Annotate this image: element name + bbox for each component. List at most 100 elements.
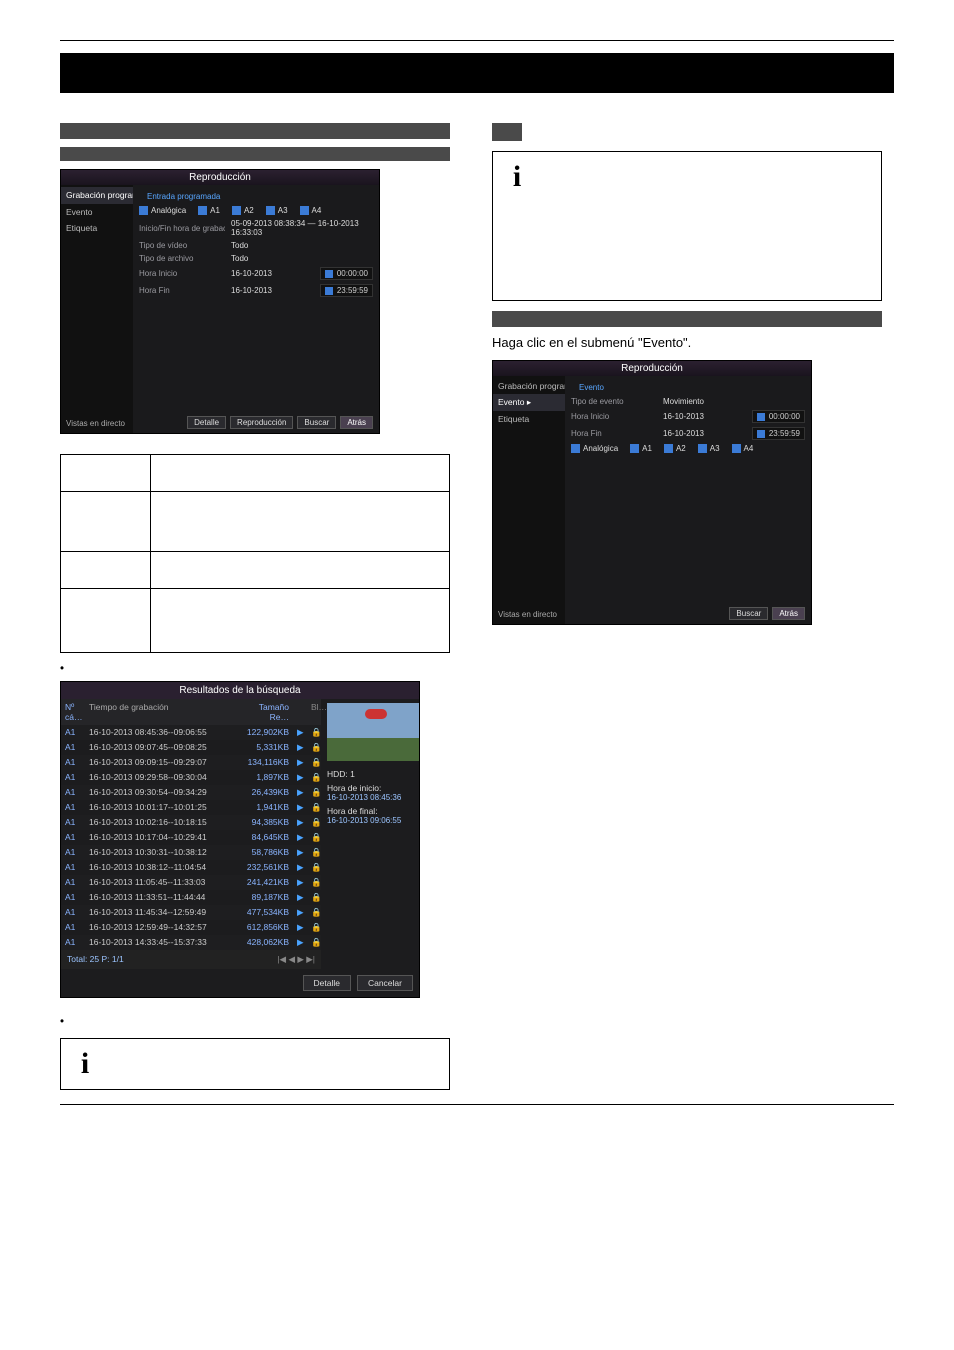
checkbox-icon[interactable]: [139, 206, 148, 215]
col-size[interactable]: Tamaño Re…: [235, 699, 293, 725]
lock-icon[interactable]: 🔒: [307, 830, 321, 845]
table-row[interactable]: A116-10-2013 10:02:16--10:18:1594,385KB▶…: [61, 815, 321, 830]
sidebar-item-grabacion[interactable]: Grabación programada ▸: [61, 187, 133, 204]
param-val: [151, 492, 450, 552]
time-input[interactable]: 00:00:00: [752, 410, 805, 423]
col-lock[interactable]: Bl…: [307, 699, 321, 725]
lock-icon[interactable]: 🔒: [307, 890, 321, 905]
detalle-button[interactable]: Detalle: [303, 975, 351, 991]
ss1-footer[interactable]: Vistas en directo: [61, 416, 133, 431]
sidebar-item-evento[interactable]: Evento: [61, 204, 133, 220]
table-row[interactable]: A116-10-2013 10:30:31--10:38:1258,786KB▶…: [61, 845, 321, 860]
checkbox-icon[interactable]: [198, 206, 207, 215]
col-time[interactable]: Tiempo de grabación: [85, 699, 235, 725]
play-icon[interactable]: ▶: [293, 890, 307, 905]
checkbox-icon[interactable]: [232, 206, 241, 215]
cam-a4[interactable]: A4: [312, 206, 322, 215]
table-row[interactable]: A116-10-2013 09:09:15--09:29:07134,116KB…: [61, 755, 321, 770]
lock-icon[interactable]: 🔒: [307, 875, 321, 890]
lock-icon[interactable]: 🔒: [307, 845, 321, 860]
lock-icon[interactable]: 🔒: [307, 770, 321, 785]
ss1-link[interactable]: Entrada programada: [139, 189, 373, 204]
table-row[interactable]: A116-10-2013 09:07:45--09:08:255,331KB▶🔒: [61, 740, 321, 755]
checkbox-icon[interactable]: [732, 444, 741, 453]
cam-a1[interactable]: A1: [642, 444, 652, 453]
play-icon[interactable]: ▶: [293, 725, 307, 740]
atras-button[interactable]: Atrás: [772, 607, 805, 620]
table-row[interactable]: A116-10-2013 11:45:34--12:59:49477,534KB…: [61, 905, 321, 920]
sidebar-item-etiqueta[interactable]: Etiqueta: [61, 220, 133, 236]
play-icon[interactable]: ▶: [293, 860, 307, 875]
results-actions: Detalle Cancelar: [61, 969, 419, 997]
table-row[interactable]: A116-10-2013 10:38:12--11:04:54232,561KB…: [61, 860, 321, 875]
cam-a3[interactable]: A3: [278, 206, 288, 215]
date-value[interactable]: 16-10-2013: [663, 412, 746, 421]
play-icon[interactable]: ▶: [293, 920, 307, 935]
lock-icon[interactable]: 🔒: [307, 815, 321, 830]
lock-icon[interactable]: 🔒: [307, 860, 321, 875]
cancelar-button[interactable]: Cancelar: [357, 975, 413, 991]
sidebar-item-etiqueta[interactable]: Etiqueta: [493, 411, 565, 427]
reproduccion-button[interactable]: Reproducción: [230, 416, 293, 429]
table-row[interactable]: A116-10-2013 09:30:54--09:34:2926,439KB▶…: [61, 785, 321, 800]
lock-icon[interactable]: 🔒: [307, 935, 321, 950]
sidebar-item-grabacion[interactable]: Grabación programada: [493, 378, 565, 394]
date-value[interactable]: 16-10-2013: [231, 269, 314, 278]
checkbox-icon[interactable]: [266, 206, 275, 215]
lock-icon[interactable]: 🔒: [307, 755, 321, 770]
sidebar-item-evento[interactable]: Evento ▸: [493, 394, 565, 411]
date-value[interactable]: 16-10-2013: [231, 286, 314, 295]
pager-icons[interactable]: |◀ ◀ ▶ ▶|: [277, 954, 315, 965]
play-icon[interactable]: ▶: [293, 815, 307, 830]
checkbox-icon[interactable]: [571, 444, 580, 453]
play-icon[interactable]: ▶: [293, 935, 307, 950]
table-row[interactable]: A116-10-2013 11:33:51--11:44:4489,187KB▶…: [61, 890, 321, 905]
play-icon[interactable]: ▶: [293, 875, 307, 890]
time-input[interactable]: 23:59:59: [320, 284, 373, 297]
checkbox-icon[interactable]: [300, 206, 309, 215]
play-icon[interactable]: ▶: [293, 800, 307, 815]
buscar-button[interactable]: Buscar: [729, 607, 768, 620]
checkbox-icon[interactable]: [664, 444, 673, 453]
table-row[interactable]: A116-10-2013 08:45:36--09:06:55122,902KB…: [61, 725, 321, 740]
atras-button[interactable]: Atrás: [340, 416, 373, 429]
buscar-button[interactable]: Buscar: [297, 416, 336, 429]
play-icon[interactable]: ▶: [293, 755, 307, 770]
row-value[interactable]: Todo: [231, 241, 373, 250]
lock-icon[interactable]: 🔒: [307, 920, 321, 935]
cam-a2[interactable]: A2: [676, 444, 686, 453]
table-row[interactable]: A116-10-2013 10:01:17--10:01:251,941KB▶🔒: [61, 800, 321, 815]
header-black-band: [60, 53, 894, 93]
col-ch[interactable]: Nº cá…: [61, 699, 85, 725]
cam-a2[interactable]: A2: [244, 206, 254, 215]
play-icon[interactable]: ▶: [293, 845, 307, 860]
date-value[interactable]: 16-10-2013: [663, 429, 746, 438]
row-value[interactable]: Todo: [231, 254, 373, 263]
row-value[interactable]: Movimiento: [663, 397, 805, 406]
lock-icon[interactable]: 🔒: [307, 725, 321, 740]
checkbox-icon[interactable]: [630, 444, 639, 453]
play-icon[interactable]: ▶: [293, 785, 307, 800]
lock-icon[interactable]: 🔒: [307, 740, 321, 755]
cam-a4[interactable]: A4: [744, 444, 754, 453]
table-row[interactable]: A116-10-2013 11:05:45--11:33:03241,421KB…: [61, 875, 321, 890]
lock-icon[interactable]: 🔒: [307, 800, 321, 815]
table-row[interactable]: A116-10-2013 09:29:58--09:30:041,897KB▶🔒: [61, 770, 321, 785]
table-row[interactable]: A116-10-2013 14:33:45--15:37:33428,062KB…: [61, 935, 321, 950]
table-row[interactable]: A116-10-2013 12:59:49--14:32:57612,856KB…: [61, 920, 321, 935]
checkbox-icon[interactable]: [698, 444, 707, 453]
lock-icon[interactable]: 🔒: [307, 905, 321, 920]
play-icon[interactable]: ▶: [293, 740, 307, 755]
table-row[interactable]: A116-10-2013 10:17:04--10:29:4184,645KB▶…: [61, 830, 321, 845]
lock-icon[interactable]: 🔒: [307, 785, 321, 800]
play-icon[interactable]: ▶: [293, 905, 307, 920]
detalle-button[interactable]: Detalle: [187, 416, 226, 429]
play-icon[interactable]: ▶: [293, 830, 307, 845]
cam-a3[interactable]: A3: [710, 444, 720, 453]
play-icon[interactable]: ▶: [293, 770, 307, 785]
cam-a1[interactable]: A1: [210, 206, 220, 215]
ss2-link[interactable]: Evento: [571, 380, 805, 395]
time-input[interactable]: 23:59:59: [752, 427, 805, 440]
time-input[interactable]: 00:00:00: [320, 267, 373, 280]
ss2-footer[interactable]: Vistas en directo: [493, 607, 565, 622]
